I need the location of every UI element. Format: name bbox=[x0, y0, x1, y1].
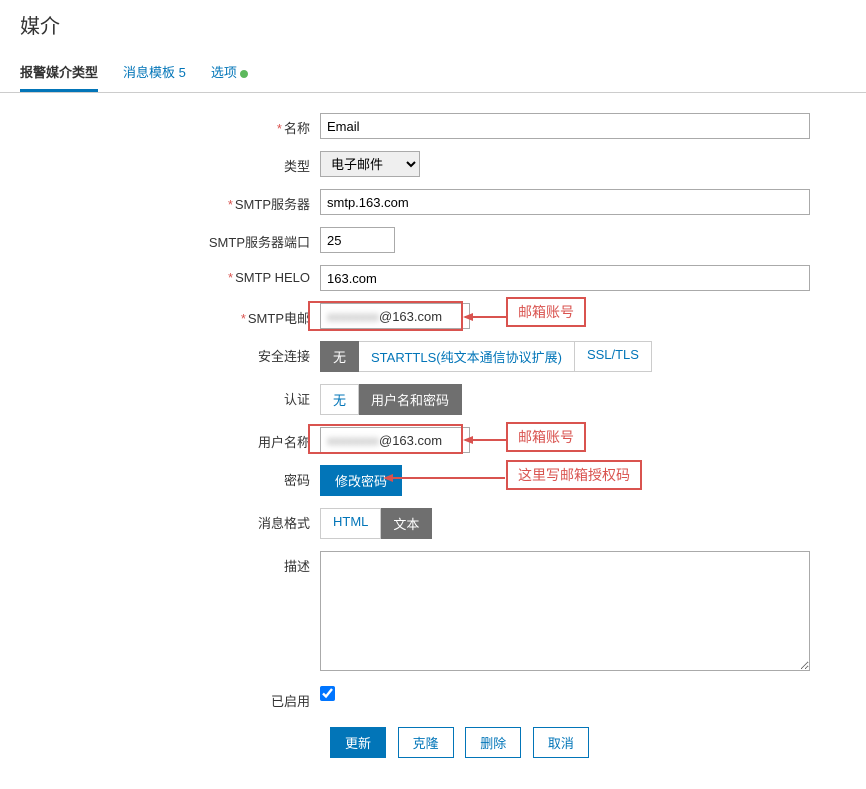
cancel-button[interactable]: 取消 bbox=[533, 727, 589, 758]
label-username: 用户名称 bbox=[20, 427, 320, 451]
security-segment-group: 无 STARTTLS(纯文本通信协议扩展) SSL/TLS bbox=[320, 341, 652, 372]
smtp-email-field[interactable]: xxxxxxxx@163.com bbox=[320, 303, 470, 329]
update-button[interactable]: 更新 bbox=[330, 727, 386, 758]
auth-userpass-button[interactable]: 用户名和密码 bbox=[359, 384, 462, 415]
security-starttls-button[interactable]: STARTTLS(纯文本通信协议扩展) bbox=[359, 341, 575, 372]
smtp-helo-input[interactable] bbox=[320, 265, 810, 291]
label-smtp-helo: *SMTP HELO bbox=[20, 265, 320, 285]
auth-none-button[interactable]: 无 bbox=[320, 384, 359, 415]
tab-options-label: 选项 bbox=[211, 65, 237, 80]
label-auth: 认证 bbox=[20, 384, 320, 408]
description-textarea[interactable] bbox=[320, 551, 810, 671]
auth-segment-group: 无 用户名和密码 bbox=[320, 384, 462, 415]
clone-button[interactable]: 克隆 bbox=[398, 727, 454, 758]
action-bar: 更新 克隆 删除 取消 bbox=[330, 722, 846, 758]
delete-button[interactable]: 删除 bbox=[465, 727, 521, 758]
name-input[interactable] bbox=[320, 113, 810, 139]
smtp-port-input[interactable] bbox=[320, 227, 395, 253]
smtp-email-suffix: @163.com bbox=[379, 309, 442, 324]
security-ssl-button[interactable]: SSL/TLS bbox=[575, 341, 652, 372]
msg-format-text-button[interactable]: 文本 bbox=[381, 508, 432, 539]
tab-message-template[interactable]: 消息模板 5 bbox=[123, 54, 186, 92]
label-description: 描述 bbox=[20, 551, 320, 575]
security-none-button[interactable]: 无 bbox=[320, 341, 359, 372]
label-smtp-email: *SMTP电邮 bbox=[20, 303, 320, 327]
label-smtp-server: *SMTP服务器 bbox=[20, 189, 320, 213]
username-suffix: @163.com bbox=[379, 433, 442, 448]
tab-message-template-label: 消息模板 bbox=[123, 65, 175, 80]
username-obscured: xxxxxxxx bbox=[327, 433, 379, 448]
tab-bar: 报警媒介类型 消息模板 5 选项 bbox=[0, 54, 866, 93]
msg-format-segment-group: HTML 文本 bbox=[320, 508, 432, 539]
label-smtp-port: SMTP服务器端口 bbox=[20, 227, 320, 251]
msg-format-html-button[interactable]: HTML bbox=[320, 508, 381, 539]
options-status-dot bbox=[240, 70, 248, 78]
label-type: 类型 bbox=[20, 151, 320, 175]
tab-options[interactable]: 选项 bbox=[211, 54, 248, 92]
label-password: 密码 bbox=[20, 465, 320, 489]
label-msg-format: 消息格式 bbox=[20, 508, 320, 532]
enabled-checkbox[interactable] bbox=[320, 686, 335, 701]
tab-media-type[interactable]: 报警媒介类型 bbox=[20, 54, 98, 92]
change-password-button[interactable]: 修改密码 bbox=[320, 465, 402, 496]
smtp-server-input[interactable] bbox=[320, 189, 810, 215]
smtp-email-obscured: xxxxxxxx bbox=[327, 309, 379, 324]
label-name: *名称 bbox=[20, 113, 320, 137]
label-enabled: 已启用 bbox=[20, 686, 320, 710]
page-title: 媒介 bbox=[0, 0, 866, 54]
type-select[interactable]: 电子邮件 bbox=[320, 151, 420, 177]
username-field[interactable]: xxxxxxxx@163.com bbox=[320, 427, 470, 453]
form-area: *名称 类型 电子邮件 *SMTP服务器 SMTP服务器端口 *SMTP HEL… bbox=[0, 93, 866, 788]
label-security: 安全连接 bbox=[20, 341, 320, 365]
tab-message-template-count: 5 bbox=[179, 65, 186, 80]
